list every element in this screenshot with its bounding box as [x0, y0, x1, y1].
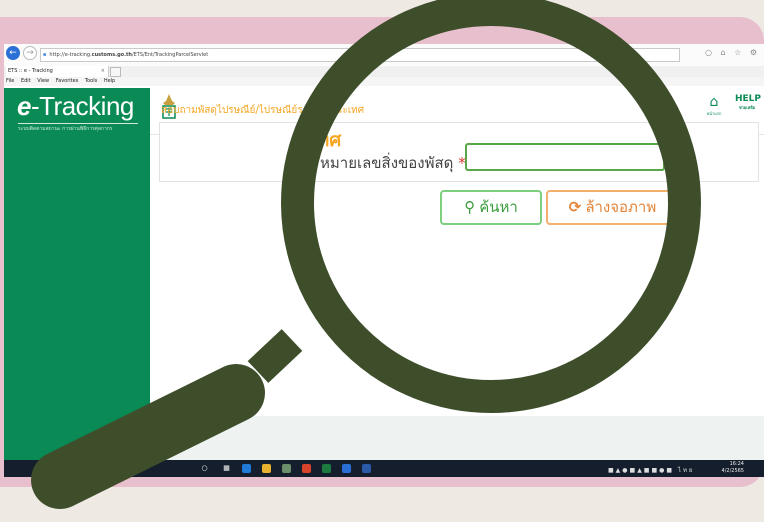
clock-date: 4/2/2565 — [721, 468, 744, 474]
clock-time: 16:24 — [729, 461, 744, 467]
content-footer — [150, 416, 764, 460]
system-tray[interactable]: ■▲●■▲■■●■ ไทย — [608, 465, 694, 475]
etracking-logo[interactable]: e-Tracking — [17, 91, 134, 122]
clear-button-label: ล้างจอภาพ — [585, 198, 657, 216]
tracking-number-input[interactable] — [465, 143, 665, 171]
home-icon: ⌂ — [709, 94, 719, 110]
app-icon[interactable] — [282, 464, 291, 473]
url-domain: customs.go.th — [91, 52, 132, 58]
tab-bar: ETS :: e - Tracking × — [4, 66, 764, 77]
search-button-label: ค้นหา — [479, 198, 518, 216]
language-indicator: ไทย — [677, 467, 695, 474]
word-icon[interactable] — [362, 464, 371, 473]
excel-icon[interactable] — [322, 464, 331, 473]
url-field[interactable]: e http://e-tracking.customs.go.th/ETS/Ent… — [40, 48, 680, 62]
back-button[interactable]: ← — [6, 46, 20, 60]
tracking-number-label: หมายเลขสิ่งของพัสดุ * — [320, 151, 466, 175]
logo-rest: -Tracking — [30, 91, 134, 121]
tracking-number-label-text: หมายเลขสิ่งของพัสดุ — [320, 154, 454, 172]
tab-etracking[interactable]: ETS :: e - Tracking × — [6, 66, 109, 77]
menu-view[interactable]: View — [37, 78, 49, 84]
browser-window: ← → e http://e-tracking.customs.go.th/ETS… — [4, 44, 764, 477]
clear-screen-button[interactable]: ⟳ ล้างจอภาพ — [546, 190, 679, 225]
help-sub-label: ช่วยเหลือ — [738, 105, 756, 110]
task-view-icon[interactable]: ▦ — [222, 464, 231, 473]
refresh-icon: ⟳ — [568, 198, 582, 216]
internet-explorer-icon[interactable] — [342, 464, 351, 473]
file-explorer-icon[interactable] — [262, 464, 271, 473]
forward-button[interactable]: → — [23, 46, 37, 60]
sidebar: e-Tracking ระบบติดตามสถานะ การผ่านพิธีกา… — [4, 88, 150, 460]
search-button[interactable]: ⚲ ค้นหา — [440, 190, 542, 225]
search-icon[interactable]: ○ — [200, 464, 209, 473]
help-label: HELP — [735, 94, 762, 104]
menu-file[interactable]: File — [6, 78, 14, 84]
logo-subtitle: ระบบติดตามสถานะ การผ่านพิธีการศุลกากร — [18, 126, 113, 132]
windows-taskbar: ○ ▦ ■▲●■▲■■●■ ไทย 16:24 4/2/2565 — [4, 460, 764, 477]
logo-e: e — [17, 91, 31, 121]
close-tab-icon[interactable]: × — [101, 66, 105, 77]
address-bar: ← → e http://e-tracking.customs.go.th/ETS… — [4, 44, 764, 67]
menu-help[interactable]: Help — [104, 78, 115, 84]
chrome-icon[interactable] — [302, 464, 311, 473]
ie-icon: e — [43, 52, 47, 58]
page-title: สอบถามพัสดุไปรษณีย์/ไปรษณีย์ระหว่างประเท… — [161, 105, 365, 116]
home-label: หน้าแรก — [706, 111, 722, 116]
taskbar-clock[interactable]: 16:24 4/2/2565 — [722, 461, 744, 475]
url-path: /ETS/Ent/TrackingParcelServlet — [131, 52, 209, 58]
tab-title: ETS :: e - Tracking — [8, 68, 53, 74]
info-icon[interactable]: i — [676, 152, 688, 164]
help-button[interactable]: HELP ช่วยเหลือ — [735, 94, 762, 111]
search-icon: ⚲ — [464, 198, 476, 216]
new-tab-button[interactable] — [110, 67, 121, 77]
url-prefix: http://e-tracking. — [49, 52, 92, 58]
menu-tools[interactable]: Tools — [85, 78, 97, 84]
menu-bar: File Edit View Favorites Tools Help — [4, 77, 764, 86]
browser-toolbar-icons[interactable]: ○ ⌂ ☆ ⚙ — [705, 48, 760, 57]
edge-icon[interactable] — [242, 464, 251, 473]
logo-underline — [18, 123, 138, 124]
home-button[interactable]: ⌂ หน้าแรก — [704, 94, 724, 117]
menu-edit[interactable]: Edit — [21, 78, 31, 84]
menu-favorites[interactable]: Favorites — [56, 78, 79, 84]
